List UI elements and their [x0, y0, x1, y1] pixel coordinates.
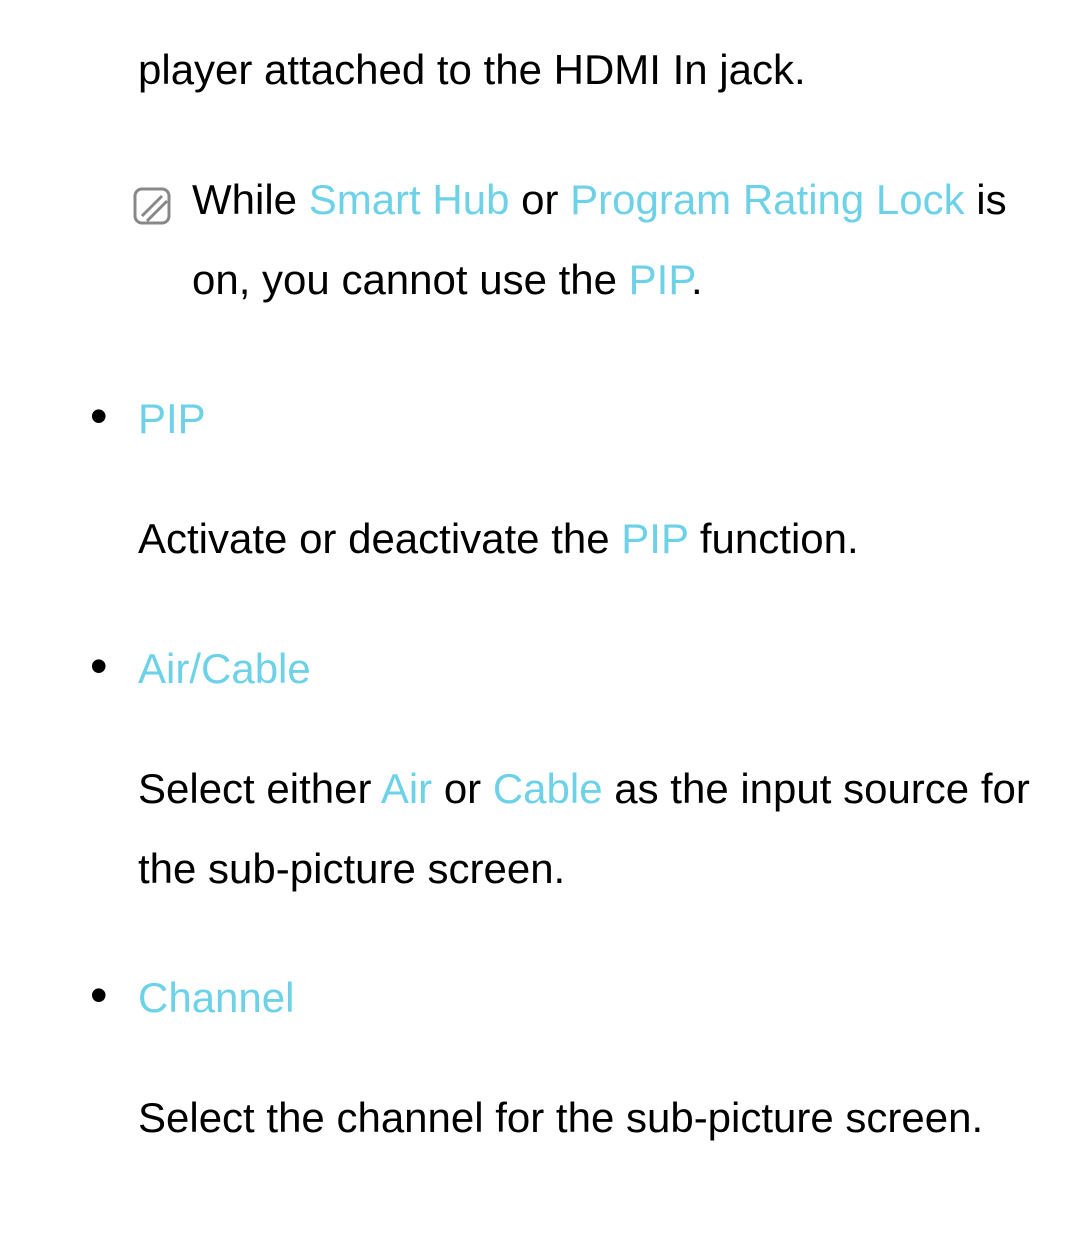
item-description: Select the channel for the sub-picture s…: [138, 1078, 1060, 1158]
list-item-channel: • Channel Select the channel for the sub…: [138, 958, 1060, 1158]
highlighted-term: Air: [381, 765, 432, 812]
highlighted-term: Program Rating Lock: [570, 176, 965, 223]
item-description: Activate or deactivate the PIP function.: [138, 499, 1060, 579]
note-icon: [132, 172, 172, 212]
text-fragment: or: [509, 176, 570, 223]
item-title: PIP: [138, 379, 1060, 459]
highlighted-term: Smart Hub: [309, 176, 510, 223]
text-fragment: or: [432, 765, 493, 812]
bullet-icon: •: [90, 629, 108, 704]
note-text: While Smart Hub or Program Rating Lock i…: [192, 176, 1007, 303]
bullet-icon: •: [90, 379, 108, 454]
highlighted-term: PIP: [621, 515, 688, 562]
text-fragment: function.: [688, 515, 858, 562]
bullet-icon: •: [90, 958, 108, 1033]
highlighted-term: PIP: [629, 256, 691, 303]
text-fragment: Select the channel for the sub-picture s…: [138, 1094, 983, 1141]
text-fragment: Activate or deactivate the: [138, 515, 621, 562]
highlighted-term: Cable: [493, 765, 603, 812]
note-block: While Smart Hub or Program Rating Lock i…: [132, 160, 1060, 320]
text-fragment: While: [192, 176, 309, 223]
intro-text: player attached to the HDMI In jack.: [138, 30, 1060, 110]
text-fragment: .: [691, 256, 703, 303]
item-title: Channel: [138, 958, 1060, 1038]
text-fragment: Select either: [138, 765, 381, 812]
list-item-pip: • PIP Activate or deactivate the PIP fun…: [138, 379, 1060, 579]
item-description: Select either Air or Cable as the input …: [138, 749, 1060, 909]
list-item-air-cable: • Air/Cable Select either Air or Cable a…: [138, 629, 1060, 908]
item-title: Air/Cable: [138, 629, 1060, 709]
